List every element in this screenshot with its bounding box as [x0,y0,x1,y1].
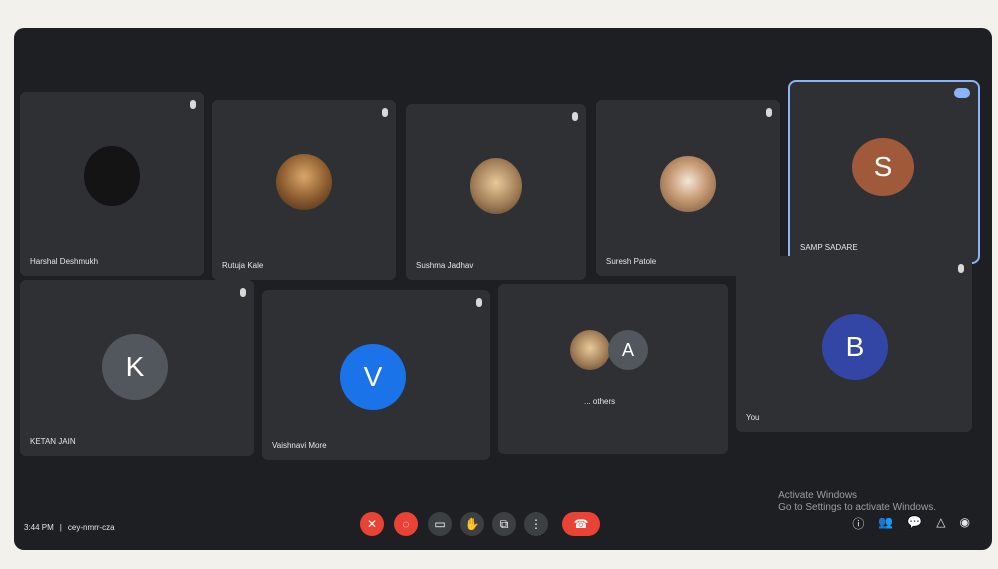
meeting-code: cey-nmrr-cza [67,523,115,532]
activate-windows-watermark: Activate Windows Go to Settings to activ… [778,490,936,514]
meeting-window: Harshal Deshmukh Rutuja Kale Sushma Jadh… [14,28,992,550]
participant-avatar [570,330,610,370]
participant-tile[interactable]: K KETAN JAIN [20,280,254,456]
participant-tile[interactable]: V Vaishnavi More [262,290,490,460]
bottom-toolbar: 3:44 PM | cey-nmrr-cza ✕ ◌ ▭ ✋ ⧉ ⋮ ☎ Act… [14,488,992,550]
meeting-details: 3:44 PM | cey-nmrr-cza [24,523,115,532]
watermark-line1: Activate Windows [778,490,858,501]
participant-name: Harshal Deshmukh [30,257,99,266]
participant-name: Vaishnavi More [272,441,327,450]
mic-indicator-icon [572,112,578,121]
chat-icon[interactable]: 💬 [907,515,922,532]
present-icon[interactable]: ⧉ [492,512,516,536]
speaking-badge [954,88,970,98]
participant-name: Sushma Jadhav [416,261,474,270]
participant-name: Rutuja Kale [222,261,264,270]
camera-off-icon[interactable]: ◌ [394,512,418,536]
participant-avatar: B [822,314,888,380]
participant-tile[interactable]: Harshal Deshmukh [20,92,204,276]
participant-name: Suresh Patole [606,257,657,266]
activities-icon[interactable]: △ [936,515,945,532]
mic-indicator-icon [190,100,196,109]
more-icon[interactable]: ⋮ [524,512,548,536]
participant-tile[interactable]: A ... others [498,284,728,454]
meta-separator: | [59,523,62,532]
meeting-time: 3:44 PM [24,523,54,532]
captions-icon[interactable]: ▭ [428,512,452,536]
participant-name: You [746,413,760,422]
participant-name: ... others [584,397,616,406]
host-controls-icon[interactable]: ◉ [960,515,970,532]
participant-tile-active[interactable]: S SAMP SADARE [788,80,980,264]
mic-indicator-icon [476,298,482,307]
participant-avatar: A [608,330,648,370]
watermark-line2: Go to Settings to activate Windows. [778,502,936,513]
participant-tile[interactable]: B You [736,256,972,432]
mic-indicator-icon [766,108,772,117]
mic-indicator-icon [382,108,388,117]
participant-name: SAMP SADARE [800,243,858,252]
mic-indicator-icon [240,288,246,297]
participant-tile[interactable]: Rutuja Kale [212,100,396,280]
participant-avatar [84,146,140,206]
info-icon[interactable]: ⓘ [852,515,864,532]
participant-avatar [470,158,522,214]
participant-avatar: S [852,138,914,196]
mic-off-icon[interactable]: ✕ [360,512,384,536]
participant-name: KETAN JAIN [30,437,76,446]
participant-avatar: V [340,344,406,410]
participant-tile[interactable]: Suresh Patole [596,100,780,276]
right-controls: ⓘ 👥 💬 △ ◉ [852,515,970,532]
end-call-button[interactable]: ☎ [562,512,600,536]
participant-avatar [276,154,332,210]
hand-icon[interactable]: ✋ [460,512,484,536]
participant-tile[interactable]: Sushma Jadhav [406,104,586,280]
people-icon[interactable]: 👥 [878,515,893,532]
participant-avatar [660,156,716,212]
mic-indicator-icon [958,264,964,273]
participant-avatar: K [102,334,168,400]
